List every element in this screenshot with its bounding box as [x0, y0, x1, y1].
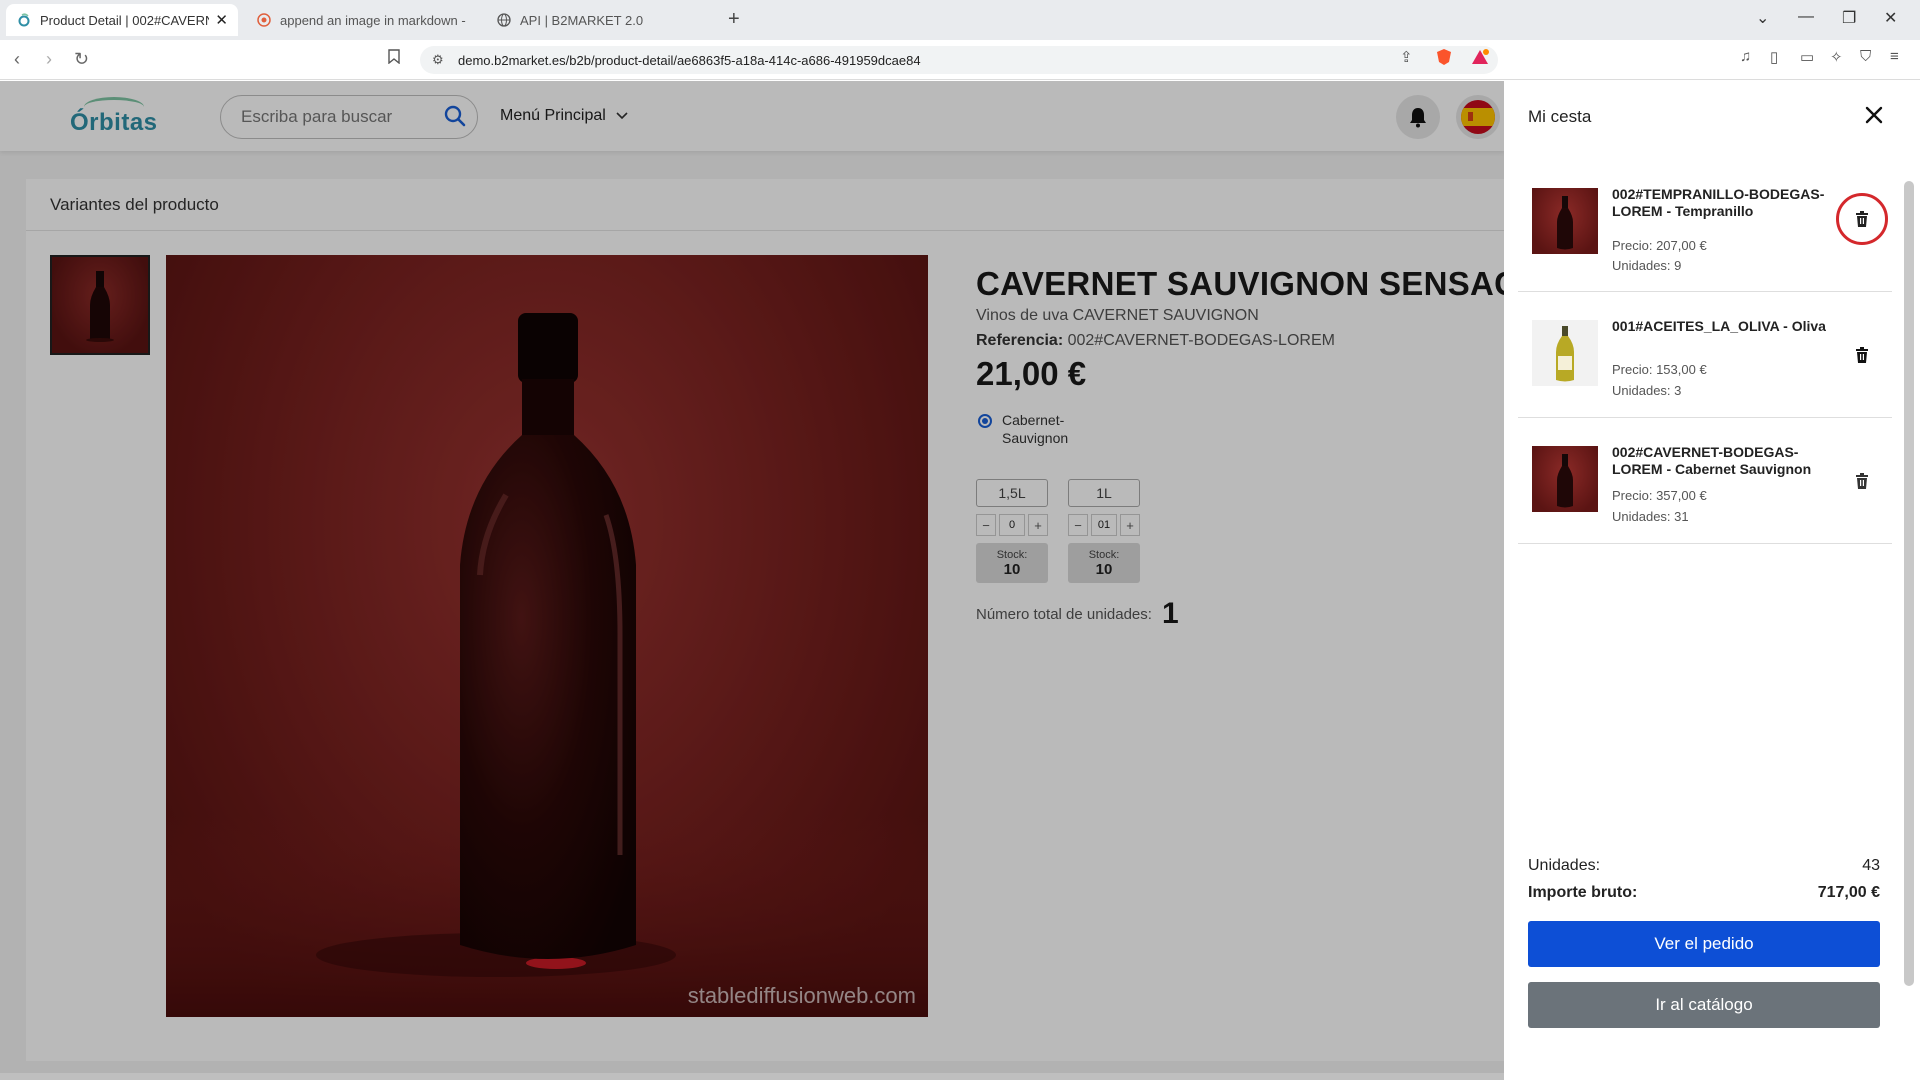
minimize-icon[interactable]: —: [1798, 8, 1814, 26]
tab-list-chevron-icon[interactable]: ⌄: [1756, 8, 1769, 28]
olive-oil-bottle-image: [1532, 320, 1598, 386]
reload-icon[interactable]: ↻: [74, 49, 89, 70]
cart-gross-row: Importe bruto: 717,00 €: [1528, 884, 1880, 902]
cart-units-value: 43: [1862, 857, 1880, 874]
tab-label: append an image in markdown - Br: [280, 12, 468, 28]
cart-panel: Mi cesta 002#TEMPRANILLO-BODEGAS-LOREM -…: [1504, 81, 1920, 1080]
cart-item-name: 002#TEMPRANILLO-BODEGAS-LOREM - Temprani…: [1612, 186, 1825, 219]
cart-item-name: 002#CAVERNET-BODEGAS-LOREM - Cabernet Sa…: [1612, 444, 1812, 477]
cart-gross-value: 717,00 €: [1817, 884, 1880, 901]
cart-units-label: Unidades:: [1528, 857, 1601, 874]
leo-ai-icon[interactable]: ✧: [1830, 48, 1843, 66]
cart-item-units: Unidades: 9: [1612, 258, 1682, 273]
address-bar[interactable]: ⚙ demo.b2market.es/b2b/product-detail/ae…: [420, 46, 1498, 74]
brave-rewards-icon[interactable]: [1470, 48, 1490, 70]
close-cart-button[interactable]: [1858, 99, 1890, 131]
cart-item-price: Precio: 357,00 €: [1612, 488, 1707, 503]
horizontal-scrollbar[interactable]: [0, 1073, 1504, 1080]
share-icon[interactable]: ⇪: [1400, 48, 1413, 66]
back-icon[interactable]: ‹: [14, 49, 20, 70]
close-icon: [1865, 106, 1883, 124]
tab-api[interactable]: API | B2MARKET 2.0: [486, 4, 718, 36]
sidebar-icon[interactable]: ▯: [1770, 48, 1778, 66]
media-icon[interactable]: ♫: [1740, 48, 1751, 65]
site-settings-icon[interactable]: ⚙: [432, 52, 444, 68]
trash-icon: [1856, 347, 1868, 363]
cart-item-name: 001#ACEITES_LA_OLIVA - Oliva: [1612, 318, 1826, 334]
browser-toolbar: ‹ › ↻ ⚙ demo.b2market.es/b2b/product-det…: [0, 40, 1920, 80]
cart-item: 002#CAVERNET-BODEGAS-LOREM - Cabernet Sa…: [1518, 418, 1892, 544]
forward-icon[interactable]: ›: [46, 49, 52, 70]
orbitas-favicon-icon: [16, 12, 32, 28]
red-wine-bottle-image: [1532, 446, 1598, 512]
delete-item-button[interactable]: [1852, 345, 1872, 365]
go-to-catalog-button[interactable]: Ir al catálogo: [1528, 982, 1880, 1028]
tab-markdown[interactable]: append an image in markdown - Br: [246, 4, 478, 36]
modal-backdrop[interactable]: [0, 81, 1504, 1080]
view-order-button[interactable]: Ver el pedido: [1528, 921, 1880, 967]
cart-units-row: Unidades: 43: [1528, 857, 1880, 875]
delete-item-button[interactable]: [1852, 209, 1872, 229]
window-close-icon[interactable]: ✕: [1884, 8, 1897, 28]
cart-item: 001#ACEITES_LA_OLIVA - Oliva Precio: 153…: [1518, 292, 1892, 418]
wallet-icon[interactable]: ▭: [1800, 48, 1814, 66]
tab-product-detail[interactable]: Product Detail | 002#CAVERNE ✕: [6, 4, 238, 36]
trash-icon: [1856, 473, 1868, 489]
trash-icon: [1856, 211, 1868, 227]
red-wine-bottle-image: [1532, 188, 1598, 254]
brave-search-icon: [256, 12, 272, 28]
cart-item-price: Precio: 153,00 €: [1612, 362, 1707, 377]
new-tab-button[interactable]: +: [728, 8, 740, 31]
vpn-icon[interactable]: ⛉: [1860, 48, 1871, 65]
close-tab-icon[interactable]: ✕: [215, 11, 228, 29]
cart-title: Mi cesta: [1528, 107, 1592, 126]
brave-shield-icon[interactable]: [1436, 48, 1452, 70]
tab-label: Product Detail | 002#CAVERNE: [40, 12, 210, 28]
bookmark-icon[interactable]: [388, 49, 400, 69]
cart-gross-label: Importe bruto:: [1528, 884, 1638, 901]
cart-item-units: Unidades: 31: [1612, 509, 1689, 524]
cart-item-units: Unidades: 3: [1612, 383, 1682, 398]
globe-icon: [496, 12, 512, 28]
delete-item-button[interactable]: [1852, 471, 1872, 491]
cart-scrollbar[interactable]: [1904, 181, 1914, 986]
browser-tab-bar: Product Detail | 002#CAVERNE ✕ append an…: [0, 0, 1920, 40]
restore-icon[interactable]: ❐: [1842, 8, 1856, 28]
url-text: demo.b2market.es/b2b/product-detail/ae68…: [458, 52, 921, 68]
cart-item-price: Precio: 207,00 €: [1612, 238, 1707, 253]
cart-item: 002#TEMPRANILLO-BODEGAS-LOREM - Temprani…: [1518, 166, 1892, 292]
menu-icon[interactable]: ≡: [1890, 48, 1899, 65]
tab-label: API | B2MARKET 2.0: [520, 12, 644, 28]
